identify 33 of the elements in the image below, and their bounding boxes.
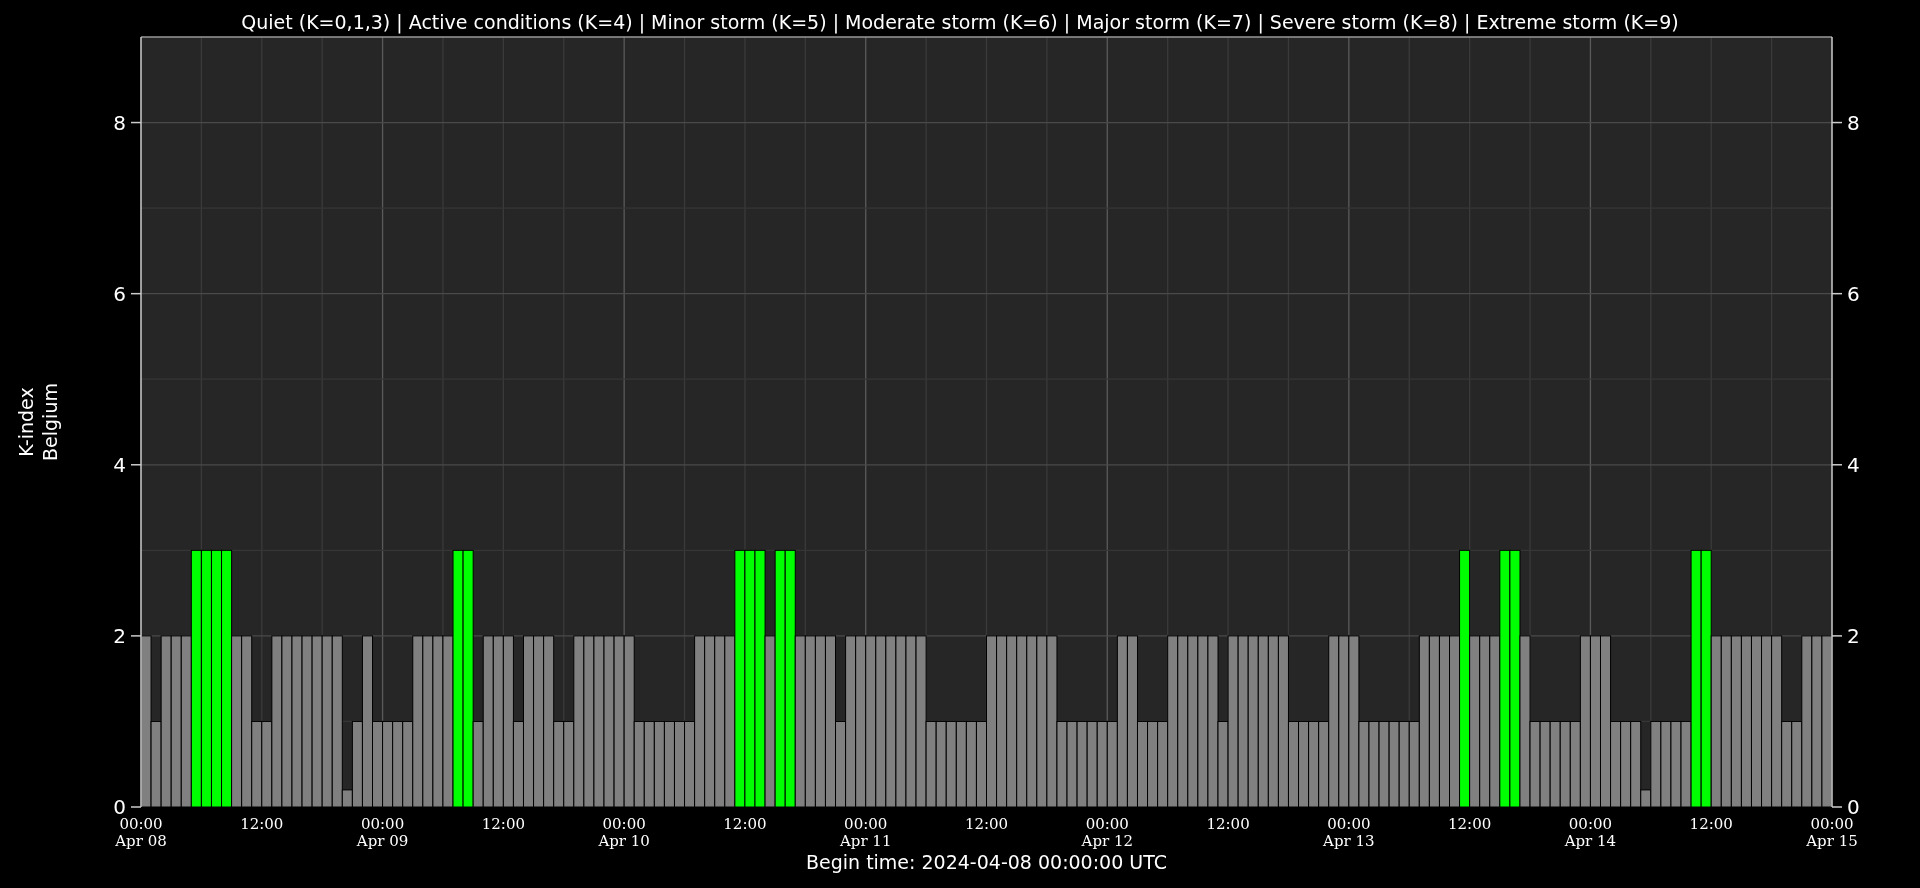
y-tick-label: 6 (113, 281, 126, 306)
x-tick-label: 00:00 (1085, 815, 1129, 833)
x-tick-label: Apr 10 (598, 832, 650, 850)
x-tick-label: 12:00 (240, 815, 284, 833)
y-tick-label: 4 (113, 452, 126, 477)
y-tick-label: 2 (1847, 623, 1860, 648)
x-tick-label: Apr 13 (1323, 832, 1375, 850)
y-axis-label: K-index (15, 387, 37, 457)
x-tick-label: 12:00 (481, 815, 525, 833)
y-tick-label: 8 (113, 110, 126, 135)
x-tick-label: 12:00 (1206, 815, 1250, 833)
x-tick-label: 00:00 (844, 815, 888, 833)
x-tick-label: 00:00 (1327, 815, 1371, 833)
x-tick-label: Apr 08 (115, 832, 167, 850)
x-tick-label: 12:00 (723, 815, 767, 833)
x-tick-label: 00:00 (360, 815, 405, 833)
x-tick-label: Apr 12 (1081, 832, 1133, 850)
x-tick-label: Apr 09 (356, 832, 409, 850)
x-tick-label: 12:00 (1689, 815, 1733, 833)
x-tick-label: 00:00 (1568, 815, 1613, 833)
chart-title: Quiet (K=0,1,3) | Active conditions (K=4) | Minor storm (K=5) | Moderate storm (K=6) | Major storm (K=7) | Severe storm (K=8) | Extreme storm (K=9) (241, 11, 1679, 33)
x-tick-label: Apr 14 (1564, 832, 1617, 850)
x-tick-label: 12:00 (1448, 815, 1492, 833)
y-tick-label: 8 (1847, 110, 1860, 135)
x-axis-label: Begin time: 2024-04-08 00:00:00 UTC (806, 851, 1167, 873)
x-tick-label: Apr 11 (840, 832, 892, 850)
y-tick-label: 6 (1847, 281, 1860, 306)
x-tick-label: 12:00 (964, 815, 1009, 833)
x-tick-label: 00:00 (602, 815, 646, 833)
y-tick-label: 4 (1847, 452, 1860, 477)
x-tick-label: Apr 15 (1806, 832, 1858, 850)
y-axis-label: Belgium (39, 383, 61, 461)
y-tick-label: 2 (113, 623, 126, 648)
